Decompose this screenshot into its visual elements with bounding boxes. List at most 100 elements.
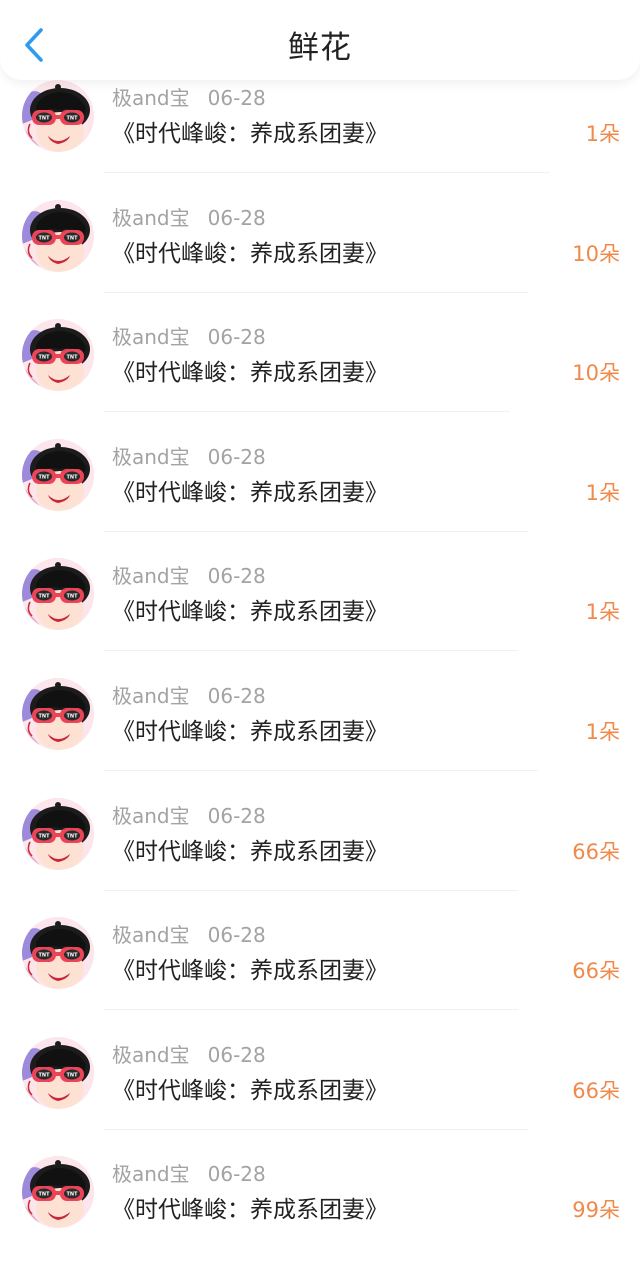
record-meta: 极and宝 06-28 xyxy=(112,800,266,829)
record-date: 06-28 xyxy=(207,683,266,708)
svg-text:TNT: TNT xyxy=(38,355,50,361)
svg-text:TNT: TNT xyxy=(38,713,50,719)
avatar[interactable]: TNT TNT xyxy=(22,917,94,990)
record-meta: 极and宝 06-28 xyxy=(112,321,266,350)
avatar[interactable]: TNT TNT xyxy=(22,1036,94,1109)
avatar[interactable]: TNT TNT xyxy=(22,199,94,272)
divider xyxy=(104,530,528,532)
flower-count: 66朵 xyxy=(572,959,620,984)
username: 极and宝 xyxy=(112,205,190,230)
flower-count: 10朵 xyxy=(572,361,620,386)
svg-text:TNT: TNT xyxy=(38,116,50,122)
record-date: 06-28 xyxy=(207,325,266,350)
book-title[interactable]: 《时代峰峻：养成系团妻》 xyxy=(112,1071,388,1105)
avatar[interactable]: TNT TNT xyxy=(22,797,94,870)
list-item[interactable]: TNT TNT 极and宝 06-28 《时代峰峻：养成系团妻》 66朵 xyxy=(0,796,640,916)
svg-text:TNT: TNT xyxy=(66,1192,78,1198)
username: 极and宝 xyxy=(112,564,190,589)
list-item[interactable]: TNT TNT 极and宝 06-28 《时代峰峻：养成系团妻》 66朵 xyxy=(0,915,640,1035)
record-meta: 极and宝 06-28 xyxy=(112,560,266,589)
page-title: 鲜花 xyxy=(288,30,352,66)
book-title[interactable]: 《时代峰峻：养成系团妻》 xyxy=(112,712,388,746)
username: 极and宝 xyxy=(112,803,190,828)
record-meta: 极and宝 06-28 xyxy=(112,1039,266,1068)
record-meta: 极and宝 06-28 xyxy=(112,202,266,231)
avatar[interactable]: TNT TNT xyxy=(22,319,94,392)
svg-text:TNT: TNT xyxy=(38,594,50,600)
record-meta: 极and宝 06-28 xyxy=(112,441,266,470)
book-title[interactable]: 《时代峰峻：养成系团妻》 xyxy=(112,1190,388,1224)
record-meta: 极and宝 06-28 xyxy=(112,82,266,111)
record-date: 06-28 xyxy=(207,86,266,110)
flower-count: 10朵 xyxy=(572,241,620,266)
record-date: 06-28 xyxy=(207,923,266,948)
book-title[interactable]: 《时代峰峻：养成系团妻》 xyxy=(112,951,388,985)
list-item[interactable]: TNT TNT 极and宝 06-28 《时代峰峻：养成系团妻》 1朵 xyxy=(0,437,640,557)
username: 极and宝 xyxy=(112,325,190,350)
svg-text:TNT: TNT xyxy=(66,116,78,122)
divider xyxy=(104,650,518,652)
list-item[interactable]: TNT TNT 极and宝 06-28 《时代峰峻：养成系团妻》 10朵 xyxy=(0,317,640,437)
svg-text:TNT: TNT xyxy=(38,235,50,241)
book-title[interactable]: 《时代峰峻：养成系团妻》 xyxy=(112,473,388,507)
flower-count: 1朵 xyxy=(585,480,620,505)
divider xyxy=(104,172,550,173)
avatar[interactable]: TNT TNT xyxy=(22,677,94,750)
divider xyxy=(104,411,510,413)
username: 极and宝 xyxy=(112,86,190,110)
svg-text:TNT: TNT xyxy=(66,1072,78,1078)
book-title[interactable]: 《时代峰峻：养成系团妻》 xyxy=(112,592,388,626)
divider xyxy=(104,889,518,891)
flower-count: 66朵 xyxy=(572,839,620,864)
svg-text:TNT: TNT xyxy=(38,1072,50,1078)
list-item[interactable]: TNT TNT 极and宝 06-28 《时代峰峻：养成系团妻》 99朵 xyxy=(0,1154,640,1274)
divider xyxy=(104,1009,518,1011)
flower-count: 1朵 xyxy=(585,122,620,146)
svg-text:TNT: TNT xyxy=(66,474,78,480)
svg-text:TNT: TNT xyxy=(66,355,78,361)
flower-count: 1朵 xyxy=(585,719,620,744)
record-meta: 极and宝 06-28 xyxy=(112,1158,266,1187)
book-title[interactable]: 《时代峰峻：养成系团妻》 xyxy=(112,832,388,866)
book-title[interactable]: 《时代峰峻：养成系团妻》 xyxy=(112,234,388,268)
avatar[interactable]: TNT TNT xyxy=(22,1156,94,1229)
flower-record-list[interactable]: TNT TNT 极and宝 06-28 《时代峰峻：养成系团妻》 1朵 TNT TNT 极and… xyxy=(0,78,640,1274)
svg-text:TNT: TNT xyxy=(38,1192,50,1198)
svg-text:TNT: TNT xyxy=(66,713,78,719)
record-date: 06-28 xyxy=(207,1042,266,1067)
svg-text:TNT: TNT xyxy=(38,833,50,839)
flower-count: 1朵 xyxy=(585,600,620,625)
svg-text:TNT: TNT xyxy=(66,953,78,959)
record-meta: 极and宝 06-28 xyxy=(112,680,266,709)
record-date: 06-28 xyxy=(207,205,266,230)
list-item[interactable]: TNT TNT 极and宝 06-28 《时代峰峻：养成系团妻》 66朵 xyxy=(0,1035,640,1155)
svg-text:TNT: TNT xyxy=(66,594,78,600)
divider xyxy=(104,1128,528,1130)
username: 极and宝 xyxy=(112,683,190,708)
list-item[interactable]: TNT TNT 极and宝 06-28 《时代峰峻：养成系团妻》 10朵 xyxy=(0,198,640,318)
book-title[interactable]: 《时代峰峻：养成系团妻》 xyxy=(112,114,388,148)
avatar[interactable]: TNT TNT xyxy=(22,438,94,511)
avatar[interactable]: TNT TNT xyxy=(22,80,94,152)
svg-text:TNT: TNT xyxy=(66,833,78,839)
record-date: 06-28 xyxy=(207,803,266,828)
svg-text:TNT: TNT xyxy=(38,953,50,959)
username: 极and宝 xyxy=(112,1042,190,1067)
username: 极and宝 xyxy=(112,1162,190,1187)
divider xyxy=(104,769,538,771)
avatar[interactable]: TNT TNT xyxy=(22,558,94,631)
record-meta: 极and宝 06-28 xyxy=(112,919,266,948)
flower-count: 66朵 xyxy=(572,1078,620,1103)
list-item[interactable]: TNT TNT 极and宝 06-28 《时代峰峻：养成系团妻》 1朵 xyxy=(0,676,640,796)
book-title[interactable]: 《时代峰峻：养成系团妻》 xyxy=(112,353,388,387)
svg-text:TNT: TNT xyxy=(66,235,78,241)
top-nav-bar: 鲜花 xyxy=(0,0,640,80)
list-item[interactable]: TNT TNT 极and宝 06-28 《时代峰峻：养成系团妻》 1朵 xyxy=(0,556,640,676)
svg-text:TNT: TNT xyxy=(38,474,50,480)
username: 极and宝 xyxy=(112,444,190,469)
record-date: 06-28 xyxy=(207,564,266,589)
record-date: 06-28 xyxy=(207,1162,266,1187)
list-item[interactable]: TNT TNT 极and宝 06-28 《时代峰峻：养成系团妻》 1朵 xyxy=(0,78,640,198)
record-date: 06-28 xyxy=(207,444,266,469)
divider xyxy=(104,291,528,293)
